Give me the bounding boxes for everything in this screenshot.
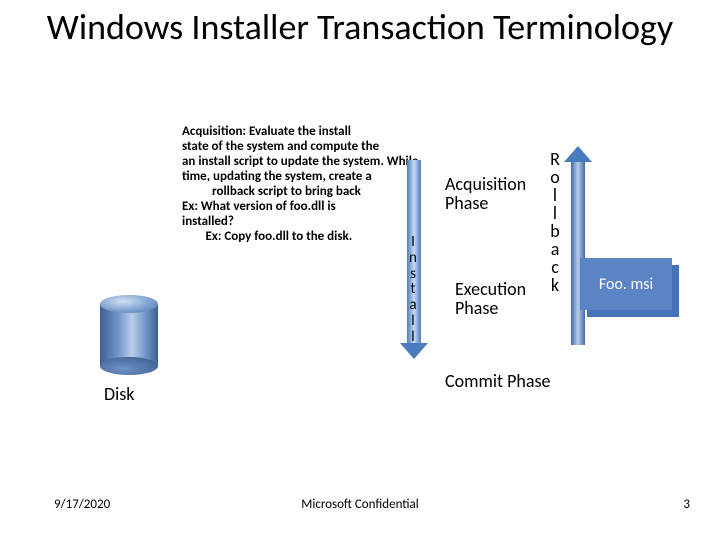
acquisition-phase-label: Acquisition Phase — [445, 175, 526, 213]
footer-confidential: Microsoft Confidential — [0, 497, 720, 512]
exec2: Phase — [455, 299, 526, 318]
overlay-l3: an install script to update the system. … — [182, 155, 427, 170]
overlay-l1: Acquisition: Evaluate the install — [182, 125, 427, 140]
rollback-arrow-icon — [564, 160, 592, 345]
commit-phase-label: Commit Phase — [445, 370, 550, 392]
overlay-l4: time, updating the system, create a — [182, 170, 427, 185]
msi-label: Foo. msi — [599, 275, 653, 294]
footer-page-number: 3 — [683, 497, 690, 512]
msi-box: Foo. msi — [580, 258, 672, 310]
disk-cylinder-icon — [100, 295, 158, 375]
acq2: Phase — [445, 194, 526, 213]
terminology-text: Acquisition: Evaluate the install state … — [182, 125, 427, 245]
slide-title: Windows Installer Transaction Terminolog… — [0, 8, 720, 48]
disk-label: Disk — [104, 383, 134, 405]
execution-phase-label: Execution Phase — [455, 280, 526, 318]
slide: Windows Installer Transaction Terminolog… — [0, 0, 720, 540]
overlay-l8: Ex: Copy foo.dll to the disk. — [182, 230, 427, 245]
overlay-l5: rollback script to bring back — [182, 185, 427, 200]
overlay-l8-prefix — [182, 229, 206, 244]
rollback-label-vertical: Rollback — [547, 150, 563, 294]
install-label-vertical: Install — [405, 235, 421, 345]
overlay-l7: installed? — [182, 215, 427, 230]
overlay-l6: Ex: What version of foo.dll is — [182, 200, 427, 215]
overlay-l8-text: Ex: Copy foo.dll to the disk. — [206, 229, 353, 244]
overlay-l2: state of the system and compute the — [182, 140, 427, 155]
